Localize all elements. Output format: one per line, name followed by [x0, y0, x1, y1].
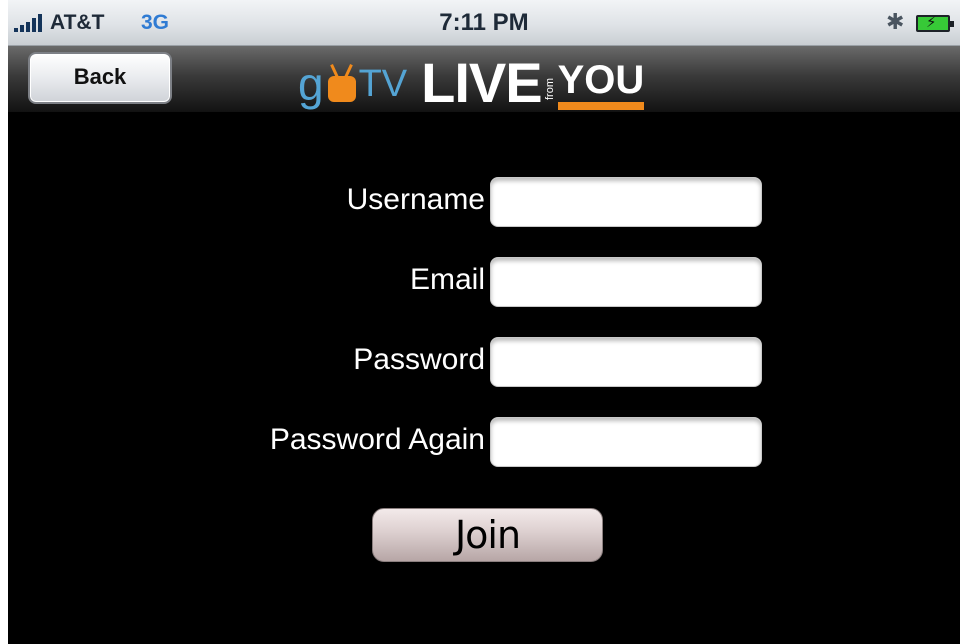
status-bar: AT&T 3G 7:11 PM ✱ ⚡ — [8, 0, 960, 46]
logo-live: LIVE — [421, 51, 542, 114]
app-screen: AT&T 3G 7:11 PM ✱ ⚡ Back g TV LIVE from … — [8, 0, 960, 644]
username-row: Username — [8, 177, 960, 227]
password-input[interactable] — [490, 337, 762, 387]
email-row: Email — [8, 257, 960, 307]
bluetooth-icon: ✱ — [886, 9, 905, 34]
back-button[interactable]: Back — [28, 52, 172, 104]
charging-bolt-icon: ⚡ — [926, 14, 937, 31]
gotv-live-from-you-logo: g TV LIVE from YOU — [298, 50, 645, 114]
password-label: Password — [353, 343, 485, 376]
logo-from: from — [543, 78, 556, 100]
battery-charging-icon: ⚡ — [916, 14, 954, 32]
username-label: Username — [346, 183, 485, 216]
username-input[interactable] — [490, 177, 762, 227]
password-again-input[interactable] — [490, 417, 762, 467]
logo-tv: TV — [358, 63, 408, 105]
email-input[interactable] — [490, 257, 762, 307]
password-again-label: Password Again — [269, 423, 485, 456]
join-button[interactable]: Join — [372, 508, 603, 562]
password-again-row: Password Again — [8, 417, 960, 467]
tv-antenna-icon — [327, 76, 356, 102]
email-label: Email — [409, 263, 485, 296]
status-time: 7:11 PM — [439, 9, 529, 36]
logo-g: g — [298, 58, 325, 110]
password-row: Password — [8, 337, 960, 387]
logo-you: YOU — [557, 58, 645, 110]
navigation-bar: Back g TV LIVE from YOU — [8, 46, 960, 112]
